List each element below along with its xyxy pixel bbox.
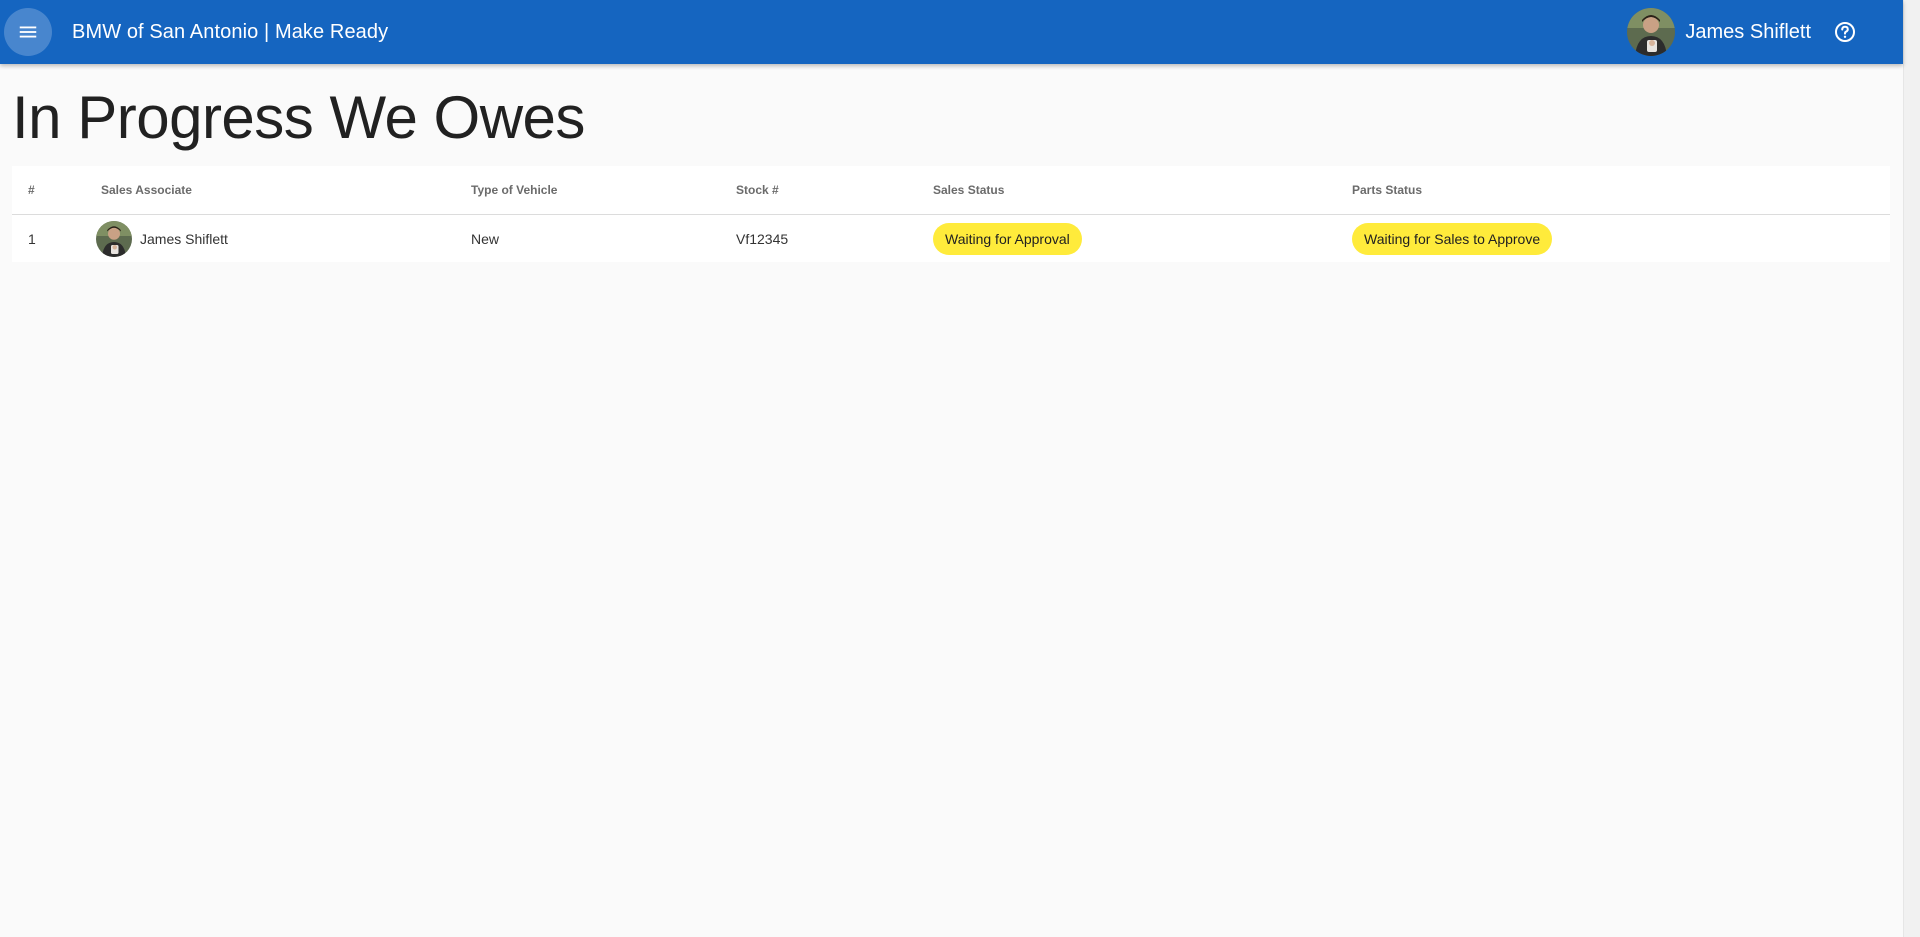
sales-status-badge[interactable]: Waiting for Approval (933, 222, 1082, 255)
table-header-row: # Sales Associate Type of Vehicle Stock … (12, 166, 1890, 215)
app-bar: BMW of San Antonio | Make Ready James Sh… (0, 0, 1903, 64)
column-header-parts-status[interactable]: Parts Status (1352, 166, 1890, 215)
vehicle-type-cell: New (471, 230, 500, 247)
avatar (96, 220, 132, 257)
column-header-sales-status[interactable]: Sales Status (933, 166, 1352, 215)
parts-status-cell: Waiting for Sales to Approve (1352, 215, 1890, 263)
column-header-sales-associate[interactable]: Sales Associate (101, 166, 471, 215)
column-header-number[interactable]: # (12, 166, 101, 215)
menu-button[interactable] (4, 8, 52, 56)
table-row[interactable]: 1 James Shiflett New Vf12345 Waiting for… (12, 215, 1890, 263)
app-title: BMW of San Antonio | Make Ready (72, 21, 389, 43)
sales-status-cell: Waiting for Approval (933, 215, 1352, 263)
page-scrollbar[interactable] (1903, 0, 1920, 937)
we-owes-table: # Sales Associate Type of Vehicle Stock … (12, 166, 1890, 262)
sales-associate-name: James Shiflett (140, 230, 228, 247)
sales-associate-cell: James Shiflett (96, 215, 471, 263)
page-title: In Progress We Owes (12, 84, 585, 151)
hamburger-menu-icon (19, 26, 37, 38)
user-name: James Shiflett (1685, 20, 1811, 43)
stock-number-cell: Vf12345 (736, 230, 789, 247)
parts-status-badge[interactable]: Waiting for Sales to Approve (1352, 222, 1553, 255)
user-avatar[interactable] (1627, 8, 1676, 56)
row-number: 1 (28, 230, 36, 247)
user-menu[interactable]: James Shiflett (1627, 0, 1903, 64)
help-circle-icon (1835, 22, 1855, 42)
help-button[interactable] (1831, 18, 1859, 46)
column-header-vehicle-type[interactable]: Type of Vehicle (471, 166, 736, 215)
column-header-stock[interactable]: Stock # (736, 166, 933, 215)
